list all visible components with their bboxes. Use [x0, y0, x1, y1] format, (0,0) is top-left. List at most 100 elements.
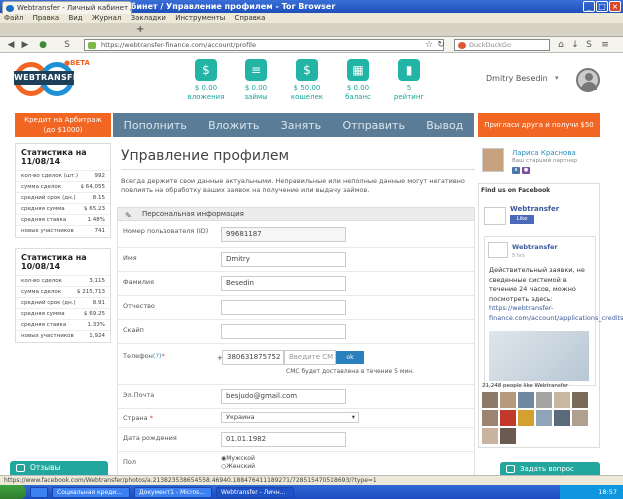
- stats-title: Статистика на 11/08/14: [21, 148, 87, 166]
- back-icon[interactable]: ◀: [6, 40, 16, 50]
- maximize-button[interactable]: □: [596, 1, 608, 12]
- fan-avatar[interactable]: [500, 410, 516, 426]
- sms-ok-button[interactable]: ok: [336, 351, 364, 364]
- country-select[interactable]: Украина ▾: [221, 412, 359, 423]
- webtransfer-logo-icon[interactable]: [484, 207, 506, 225]
- patronymic-field[interactable]: [221, 300, 346, 315]
- nav-deposit[interactable]: Пополнить: [124, 119, 187, 132]
- forward-icon[interactable]: ▶: [20, 40, 30, 50]
- fan-avatar[interactable]: [482, 410, 498, 426]
- onion-icon[interactable]: ●: [38, 40, 48, 50]
- menu-bookmarks[interactable]: Закладки: [131, 14, 166, 22]
- stat-value: $ 50.00: [293, 84, 321, 92]
- stat-row: средний срок (дн.) 8.91: [16, 297, 110, 308]
- skype-field[interactable]: [221, 324, 346, 339]
- new-tab-button[interactable]: +: [136, 24, 144, 36]
- menu-tools[interactable]: Инструменты: [175, 14, 225, 22]
- stat-row: сумма сделок $ 215,713: [16, 286, 110, 297]
- reviews-button[interactable]: Отзывы участников: [10, 461, 108, 486]
- fan-avatar[interactable]: [554, 410, 570, 426]
- stat-balance[interactable]: ▦ $ 0.00 баланс: [335, 59, 381, 102]
- user-name[interactable]: Dmitry Besedin: [486, 74, 548, 83]
- menu-history[interactable]: Журнал: [92, 14, 121, 22]
- fan-avatar[interactable]: [572, 410, 588, 426]
- intro-text: Всегда держите свои данные актуальными. …: [121, 177, 465, 194]
- fan-avatar[interactable]: [536, 392, 552, 408]
- abacus-icon: ▦: [347, 59, 369, 81]
- menu-icon[interactable]: ≡: [600, 40, 610, 50]
- nav-withdraw[interactable]: Вывод: [426, 119, 463, 132]
- site-logo[interactable]: WEBTRANSFER: [14, 71, 85, 85]
- stat-rating[interactable]: ▮ 5 рейтинг: [386, 59, 432, 102]
- first-name-field[interactable]: Dmitry: [221, 252, 346, 267]
- gender-female-radio[interactable]: ○Женский: [221, 463, 255, 470]
- sms-note: СМС будет доставлена в течение 5 мин.: [286, 368, 415, 375]
- gender-male-radio[interactable]: ◉Мужской: [221, 455, 255, 462]
- mentor-avatar[interactable]: [482, 148, 504, 172]
- webtransfer-logo-icon[interactable]: [488, 242, 508, 258]
- avatar[interactable]: [576, 68, 600, 92]
- birth-label: Дата рождения: [123, 434, 177, 442]
- stat-loans[interactable]: ≡ $ 0.00 займы: [233, 59, 279, 102]
- clock: 18:57: [598, 488, 617, 496]
- chevron-down-icon[interactable]: ▾: [555, 74, 559, 82]
- quick-launch-icon[interactable]: [30, 487, 48, 498]
- fan-avatar[interactable]: [500, 428, 516, 444]
- taskbar-item-active[interactable]: Webtransfer - Личн...: [216, 487, 294, 498]
- start-button[interactable]: [0, 485, 26, 499]
- nav-borrow[interactable]: Занять: [281, 119, 322, 132]
- bookmark-star-icon[interactable]: ☆: [424, 40, 434, 50]
- fan-avatar[interactable]: [518, 392, 534, 408]
- phone-field[interactable]: 380631875752: [222, 350, 284, 365]
- minimize-button[interactable]: _: [583, 1, 595, 12]
- email-field[interactable]: besjudo@gmail.com: [221, 389, 346, 404]
- nav-send[interactable]: Отправить: [342, 119, 405, 132]
- last-name-field[interactable]: Besedin: [221, 276, 346, 291]
- reload-icon[interactable]: ↻: [436, 40, 446, 50]
- vk-icon[interactable]: в: [512, 167, 520, 174]
- tab-webtransfer[interactable]: Webtransfer - Личный кабинет / Управлен.…: [2, 1, 132, 14]
- menu-file[interactable]: Файл: [4, 14, 23, 22]
- post-link[interactable]: https://webtransfer-finance.com/account/…: [489, 304, 623, 322]
- url-bar[interactable]: https://webtransfer-finance.com/account/…: [84, 39, 444, 51]
- stat-investments[interactable]: $ $ 0.00 вложения: [183, 59, 229, 102]
- mentor-name[interactable]: Лариса Краснова: [512, 149, 576, 157]
- post-author[interactable]: Webtransfer: [512, 243, 558, 251]
- search-box[interactable]: DuckDuckGo: [454, 39, 550, 51]
- fan-avatar[interactable]: [518, 410, 534, 426]
- close-button[interactable]: ×: [609, 1, 621, 12]
- facebook-like-button[interactable]: Like: [510, 215, 534, 224]
- fan-avatar[interactable]: [554, 392, 570, 408]
- fan-avatar[interactable]: [482, 428, 498, 444]
- arbitrage-line2: (до $1000): [43, 126, 83, 134]
- noscript-icon[interactable]: S: [584, 40, 594, 50]
- menu-view[interactable]: Вид: [68, 14, 82, 22]
- fan-avatar[interactable]: [572, 392, 588, 408]
- nav-invest[interactable]: Вложить: [208, 119, 259, 132]
- menu-edit[interactable]: Правка: [33, 14, 60, 22]
- fan-avatar[interactable]: [500, 392, 516, 408]
- fan-avatar[interactable]: [482, 392, 498, 408]
- tor-button-icon[interactable]: S: [62, 40, 72, 50]
- birth-date-field[interactable]: 01.01.1982: [221, 432, 346, 447]
- stat-row: кол-во сделок 3,115: [16, 275, 110, 286]
- stat-label: рейтинг: [393, 93, 425, 101]
- taskbar-item[interactable]: Документ1 - Micros...: [134, 487, 212, 498]
- first-name-label: Имя: [123, 254, 137, 262]
- menu-bar: Файл Правка Вид Журнал Закладки Инструме…: [0, 13, 623, 23]
- taskbar-item[interactable]: Социальная креди...: [52, 487, 130, 498]
- arbitrage-credit-button[interactable]: Кредит на Арбитраж (до $1000): [15, 113, 111, 137]
- stat-wallet[interactable]: $ $ 50.00 кошелек: [284, 59, 330, 102]
- home-icon[interactable]: ⌂: [556, 40, 566, 50]
- ask-question-button[interactable]: Задать вопрос: [500, 462, 600, 476]
- stat-row: сумма сделок $ 64,055: [16, 181, 110, 192]
- sms-code-field[interactable]: Введите СМ: [284, 350, 336, 365]
- last-name-label: Фамилия: [123, 278, 154, 286]
- download-icon[interactable]: ↓: [570, 40, 580, 50]
- viber-icon[interactable]: ●: [522, 167, 530, 174]
- facebook-page-name[interactable]: Webtransfer: [510, 205, 559, 213]
- invite-friend-button[interactable]: Пригласи друга и получи $50: [478, 113, 600, 137]
- menu-help[interactable]: Справка: [235, 14, 266, 22]
- post-image[interactable]: [489, 331, 589, 381]
- fan-avatar[interactable]: [536, 410, 552, 426]
